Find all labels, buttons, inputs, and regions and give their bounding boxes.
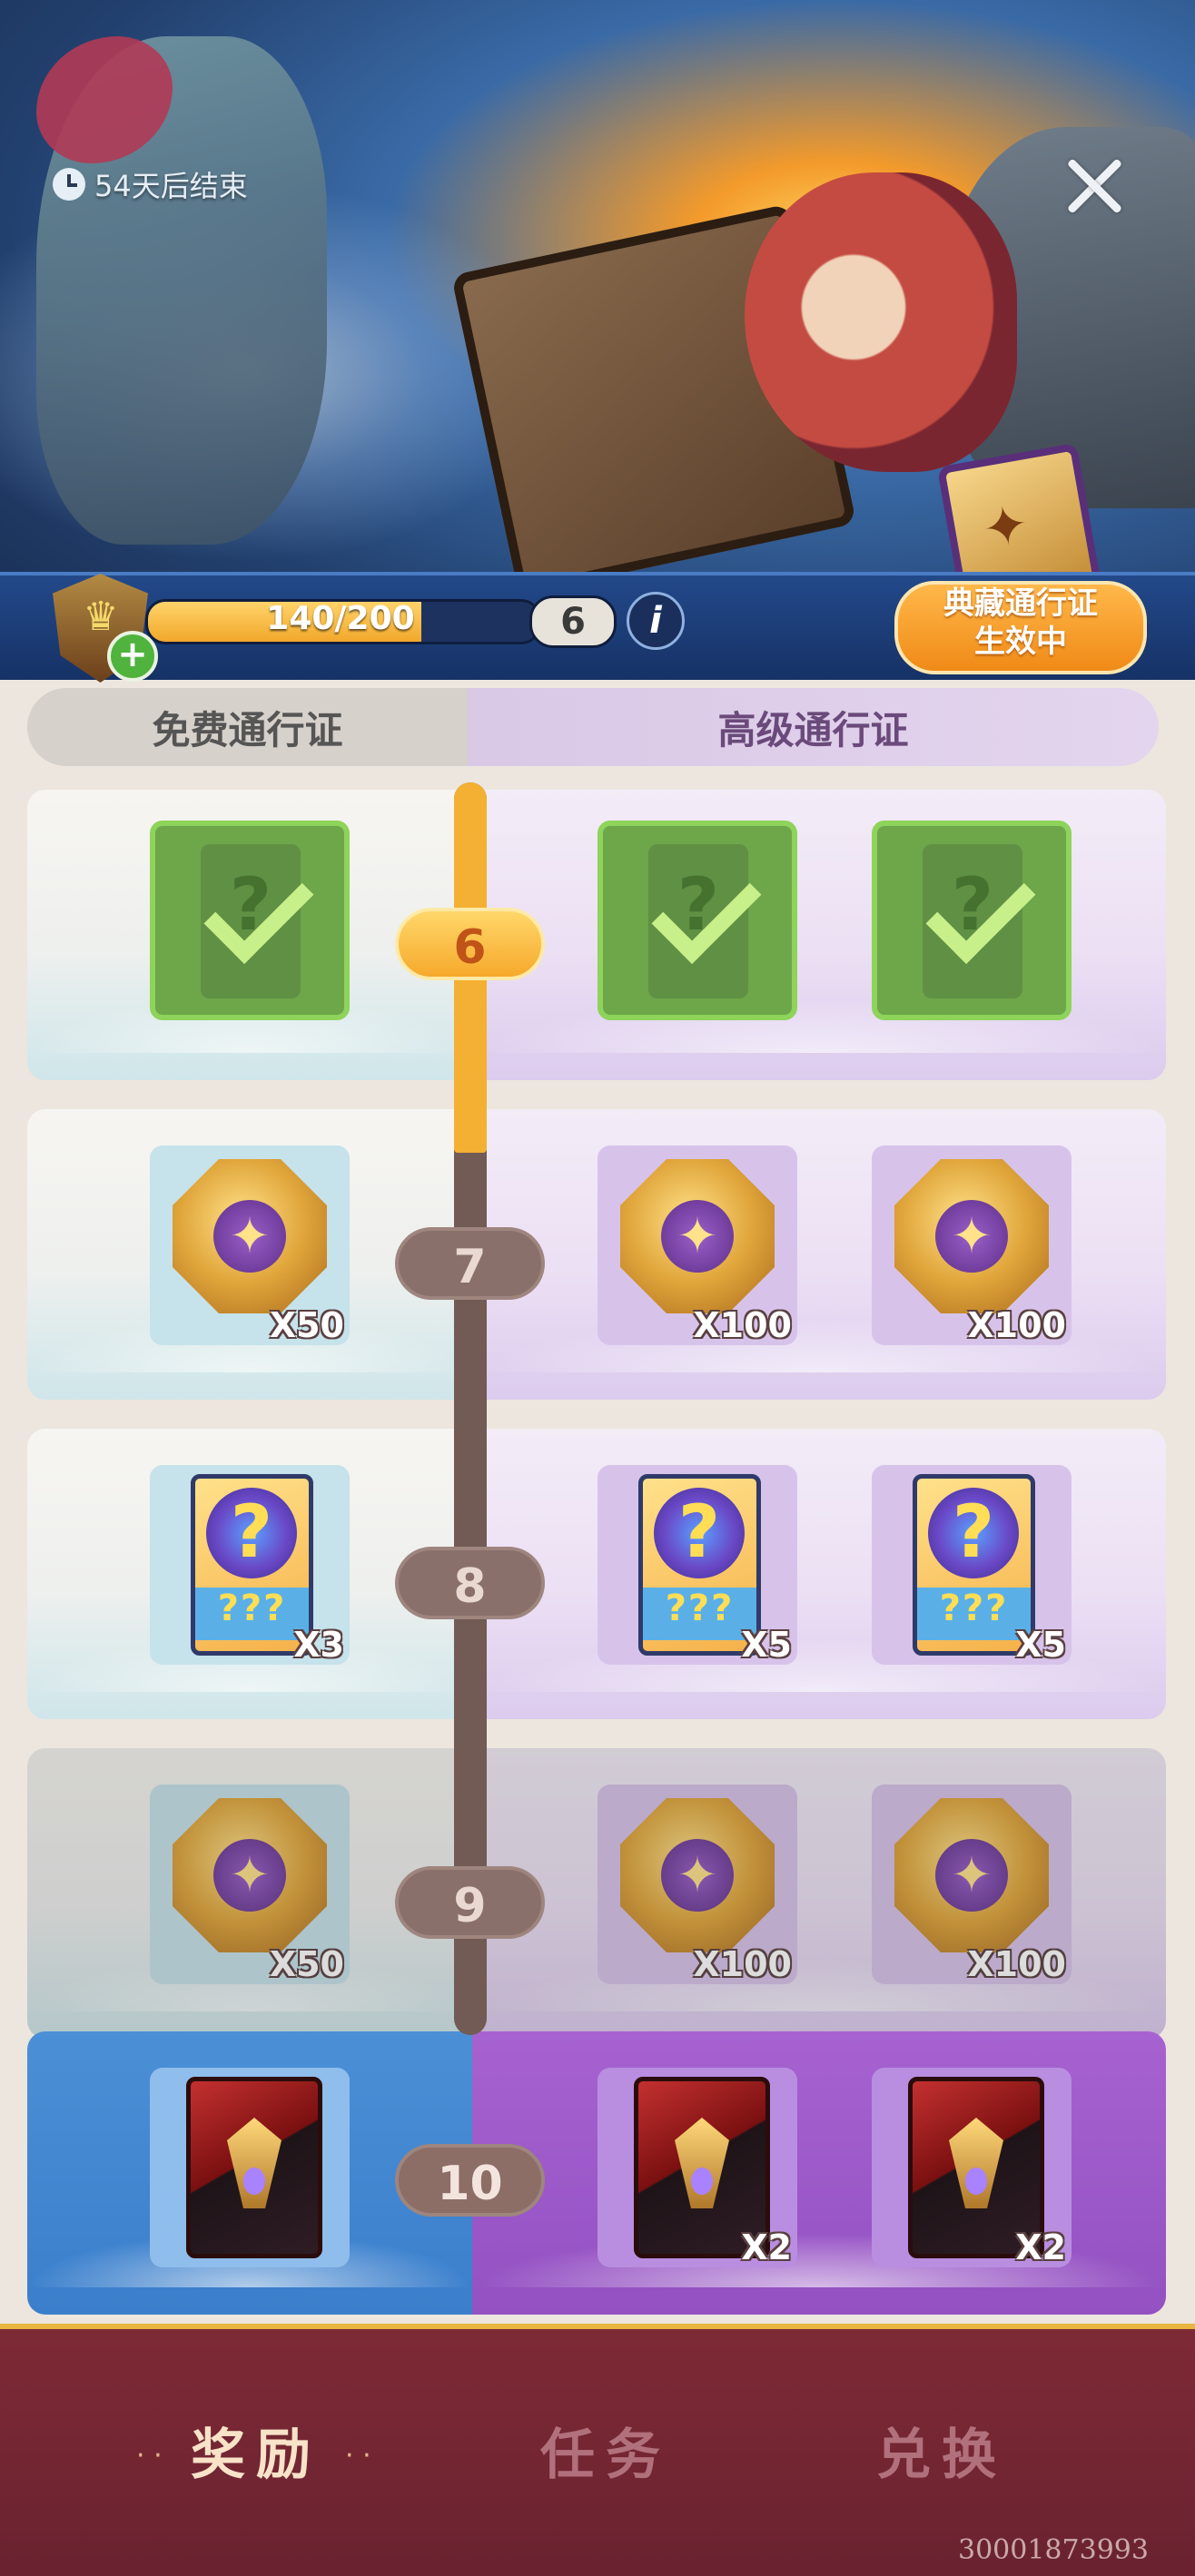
premium-reward-slot[interactable]: ✦ X100 — [872, 1145, 1072, 1345]
premium-reward-slot[interactable]: ???? X5 — [872, 1465, 1072, 1665]
coin-icon: ✦ — [620, 1798, 775, 1952]
reward-quantity: X100 — [693, 1305, 792, 1345]
reward-quantity: X50 — [269, 1944, 344, 1984]
build-id: 30001873993 — [958, 2534, 1149, 2566]
coin-star: ✦ — [951, 1846, 993, 1903]
tab-tasks[interactable]: 任务 — [540, 2411, 671, 2490]
level-marker: 10 — [395, 2144, 545, 2217]
coin-star: ✦ — [229, 1846, 271, 1903]
free-reward-slot[interactable]: ???? X3 — [150, 1465, 350, 1665]
spellbook-icon — [186, 2077, 322, 2258]
level-marker: 7 — [395, 1227, 545, 1300]
reward-quantity: X100 — [693, 1944, 792, 1984]
coin-star: ✦ — [677, 1846, 718, 1903]
premium-reward-slot[interactable]: ✦ X100 — [598, 1785, 797, 1984]
free-reward-slot[interactable] — [150, 2068, 350, 2267]
mystery-question-mark: ? — [230, 1490, 273, 1574]
coin-icon: ✦ — [894, 1798, 1049, 1952]
coin-icon: ✦ — [173, 1159, 327, 1313]
mystery-triple-question: ??? — [643, 1588, 756, 1640]
free-reward-slot[interactable]: ✦ X50 — [150, 1785, 350, 1984]
reward-row: ✦ X50 ✦ X100 ✦ X100 — [27, 1109, 1166, 1400]
premium-pass-label: 高级通行证 — [468, 688, 1159, 766]
nav-active-dots-right: · · — [345, 2440, 371, 2472]
reward-row: ✦ X50 ✦ X100 ✦ X100 — [27, 1748, 1166, 2039]
close-button[interactable] — [1062, 154, 1126, 218]
reward-quantity: X2 — [741, 2227, 792, 2267]
timer-text: 54天后结束 — [94, 169, 248, 203]
reward-quantity: X50 — [269, 1305, 344, 1345]
reward-quantity: X2 — [1015, 2227, 1066, 2267]
premium-reward-side — [472, 1748, 1166, 2039]
pass-status-line2: 生效中 — [974, 624, 1067, 660]
coin-icon: ✦ — [894, 1159, 1049, 1313]
reward-quantity: X5 — [1015, 1625, 1066, 1665]
coin-icon: ✦ — [173, 1798, 327, 1952]
premium-reward-slot[interactable]: X2 — [598, 2068, 797, 2267]
clock-icon — [53, 168, 85, 201]
info-button[interactable]: i — [627, 592, 685, 650]
free-pass-label: 免费通行证 — [27, 688, 468, 766]
free-reward-slot[interactable]: ✦ X50 — [150, 1145, 350, 1345]
premium-reward-slot[interactable]: ✦ X100 — [598, 1145, 797, 1345]
coin-star: ✦ — [677, 1207, 718, 1264]
premium-reward-slot[interactable]: ✦ X100 — [872, 1785, 1072, 1984]
premium-pass-status-button[interactable]: 典藏通行证 生效中 — [894, 581, 1147, 674]
level-marker: 6 — [395, 908, 545, 980]
pass-status-line1: 典藏通行证 — [943, 585, 1098, 622]
mystery-triple-question: ??? — [195, 1588, 309, 1640]
level-marker: 9 — [395, 1866, 545, 1939]
event-timer: 54天后结束 — [53, 163, 248, 205]
coin-star: ✦ — [951, 1207, 993, 1264]
mystery-question-mark: ? — [677, 1490, 721, 1574]
pass-track-header: 免费通行证 高级通行证 — [27, 688, 1159, 766]
premium-reward-slot[interactable]: ? — [598, 821, 797, 1020]
reward-row: X2 X2 — [27, 2031, 1166, 2315]
mystery-question-mark: ? — [952, 1490, 995, 1574]
premium-reward-slot[interactable]: X2 — [872, 2068, 1072, 2267]
free-reward-slot[interactable]: ? — [150, 821, 350, 1020]
tab-rewards[interactable]: 奖励 — [191, 2411, 321, 2490]
xp-progress-text: 140/200 — [266, 600, 415, 637]
coin-icon: ✦ — [620, 1159, 775, 1313]
next-level-badge: 6 — [529, 595, 617, 648]
reward-row: ??? — [27, 790, 1166, 1080]
premium-reward-slot[interactable]: ? — [872, 821, 1072, 1020]
nav-active-dots-left: · · — [136, 2440, 163, 2472]
reward-quantity: X5 — [741, 1625, 792, 1665]
reward-quantity: X100 — [967, 1944, 1066, 1984]
coin-star: ✦ — [229, 1207, 271, 1264]
reward-row: ???? X3???? X5???? X5 — [27, 1429, 1166, 1719]
premium-reward-slot[interactable]: ???? X5 — [598, 1465, 797, 1665]
mystery-triple-question: ??? — [917, 1588, 1031, 1640]
level-marker: 8 — [395, 1547, 545, 1619]
tab-exchange[interactable]: 兑换 — [876, 2411, 1007, 2490]
reward-quantity: X100 — [967, 1305, 1066, 1345]
reward-quantity: X3 — [293, 1625, 344, 1665]
